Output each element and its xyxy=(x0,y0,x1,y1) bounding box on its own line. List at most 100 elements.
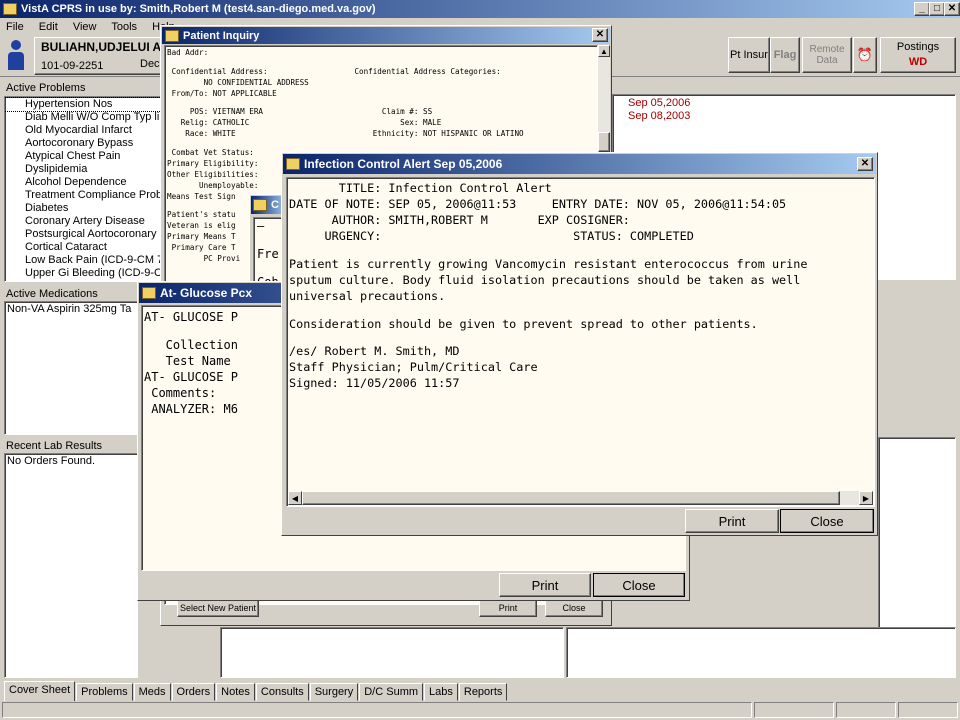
problems-list[interactable]: Hypertension Nos Diab Melli W/O Comp Typ … xyxy=(4,96,164,282)
tab-surgery[interactable]: Surgery xyxy=(309,683,359,701)
problem-item[interactable]: Postsurgical Aortocoronary xyxy=(5,228,163,241)
remote-data-button[interactable]: Remote Data xyxy=(802,37,852,73)
text-line: DATE OF NOTE: SEP 05, 2006@11:53 ENTRY D… xyxy=(289,197,787,211)
infection-alert-close-button[interactable]: Close xyxy=(780,509,874,533)
window-icon xyxy=(253,199,267,211)
tab-labs[interactable]: Labs xyxy=(424,683,458,701)
date-item: Sep 05,2006 xyxy=(628,97,691,109)
text-line: sputum culture. Body fluid isolation pre… xyxy=(289,272,801,287)
scroll-thumb[interactable] xyxy=(302,491,840,505)
text-line: AUTHOR: SMITH,ROBERT M EXP COSIGNER: xyxy=(289,213,630,227)
tab-reports[interactable]: Reports xyxy=(458,683,508,701)
infection-alert-text[interactable]: TITLE: Infection Control Alert DATE OF NO… xyxy=(286,177,875,507)
flag-button[interactable]: Flag xyxy=(770,37,800,73)
text-line xyxy=(167,58,595,66)
text-line: Race: WHITE Ethnicity: NOT HISPANIC OR L… xyxy=(167,129,524,139)
list-item[interactable]: Non-VA Aspirin 325mg Ta xyxy=(7,303,139,315)
app-icon xyxy=(3,3,17,15)
text-line: From/To: NOT APPLICABLE xyxy=(167,88,277,98)
text-line: Relig: CATHOLIC Sex: MALE xyxy=(167,118,442,128)
select-new-patient-button[interactable]: Select New Patient xyxy=(177,599,259,617)
problem-item[interactable]: Upper Gi Bleeding (ICD-9-C xyxy=(5,267,163,280)
postings-button[interactable]: Postings WD xyxy=(880,37,956,73)
postings-label: Postings xyxy=(896,41,940,53)
text-line: TITLE: Infection Control Alert xyxy=(289,181,552,195)
problem-item[interactable]: Atypical Chest Pain xyxy=(5,150,163,163)
right-mid-panel xyxy=(878,282,956,437)
text-line: /es/ Robert M. Smith, MD xyxy=(289,344,460,359)
labs-label: Recent Lab Results xyxy=(6,440,102,452)
scroll-thumb[interactable] xyxy=(598,132,610,152)
scroll-right-arrow[interactable]: ▶ xyxy=(859,491,873,505)
tab-meds[interactable]: Meds xyxy=(133,683,171,701)
problem-item[interactable]: Treatment Compliance Prob xyxy=(5,189,163,202)
infection-alert-window: Infection Control Alert Sep 05,2006 ✕ TI… xyxy=(281,152,878,536)
infection-alert-print-button[interactable]: Print xyxy=(685,509,779,533)
infection-alert-title: Infection Control Alert Sep 05,2006 xyxy=(304,157,503,171)
patient-inquiry-print-button[interactable]: Print xyxy=(479,599,537,617)
menu-view[interactable]: View xyxy=(73,21,97,33)
status-bar xyxy=(0,701,960,720)
postings-code: WD xyxy=(908,56,928,68)
alarm-clock-button[interactable]: ⏰ xyxy=(853,37,877,73)
maximize-button[interactable]: □ xyxy=(929,2,945,16)
tab-orders[interactable]: Orders xyxy=(171,683,216,701)
window-icon xyxy=(142,287,156,299)
menu-tools[interactable]: Tools xyxy=(111,21,137,33)
glucose-close-button[interactable]: Close xyxy=(593,573,685,597)
text-line: Consideration should be given to prevent… xyxy=(289,316,758,331)
problem-item[interactable]: Hypertension Nos xyxy=(5,97,163,112)
problem-item[interactable]: Diabetes xyxy=(5,202,163,215)
patient-dob-fragment: Dec xyxy=(140,58,160,70)
text-line: Staff Physician; Pulm/Critical Care xyxy=(289,360,538,375)
text-line: NO CONFIDENTIAL ADDRESS xyxy=(167,77,309,87)
horizontal-scrollbar[interactable]: ◀ ▶ xyxy=(288,491,873,505)
menu-file[interactable]: File xyxy=(6,21,24,33)
problem-item[interactable]: Coronary Artery Disease xyxy=(5,215,163,228)
patient-inquiry-title: Patient Inquiry xyxy=(183,29,260,42)
problem-item[interactable]: Dyslipidemia xyxy=(5,163,163,176)
tab-problems[interactable]: Problems xyxy=(76,683,133,701)
problem-item[interactable]: Cortical Cataract xyxy=(5,241,163,254)
problem-item[interactable]: Old Myocardial Infarct xyxy=(5,124,163,137)
close-window-button[interactable]: ✕ xyxy=(944,2,960,16)
problem-item[interactable]: Diab Melli W/O Comp Typ li xyxy=(5,111,163,124)
text-line: Bad Addr: xyxy=(167,48,209,57)
patient-inquiry-close-button[interactable]: Close xyxy=(545,599,603,617)
infection-alert-close-icon[interactable]: ✕ xyxy=(857,157,873,171)
status-pane xyxy=(898,702,958,718)
text-line: universal precautions. xyxy=(289,288,446,303)
app-title: VistA CPRS in use by: Smith,Robert M (te… xyxy=(21,3,376,15)
tab-cover-sheet[interactable]: Cover Sheet xyxy=(4,681,76,701)
patient-inquiry-close-icon[interactable]: ✕ xyxy=(592,28,608,42)
date-item: Sep 08,2003 xyxy=(628,110,691,122)
text-line xyxy=(289,244,872,256)
scroll-left-arrow[interactable]: ◀ xyxy=(288,491,302,505)
problem-item[interactable]: Low Back Pain (ICD-9-CM 72 xyxy=(5,254,163,267)
patient-inquiry-title-bar: Patient Inquiry xyxy=(162,27,610,44)
text-line: Confidential Address: Confidential Addre… xyxy=(167,66,501,76)
status-pane xyxy=(2,702,752,718)
scroll-up-arrow[interactable]: ▲ xyxy=(598,45,610,57)
medications-label: Active Medications xyxy=(6,288,98,300)
glucose-print-button[interactable]: Print xyxy=(499,573,591,597)
pt-insur-button[interactable]: Pt Insur xyxy=(728,37,770,73)
text-line: POS: VIETNAM ERA Claim #: SS xyxy=(167,107,433,117)
text-line: Patient is currently growing Vancomycin … xyxy=(289,256,808,271)
problem-item[interactable]: Alcohol Dependence xyxy=(5,176,163,189)
tab-d-c-summ[interactable]: D/C Summ xyxy=(359,683,424,701)
menu-edit[interactable]: Edit xyxy=(39,21,58,33)
problem-item[interactable]: Aortocoronary Bypass xyxy=(5,137,163,150)
patient-person-icon[interactable] xyxy=(6,40,26,72)
tab-notes[interactable]: Notes xyxy=(216,683,255,701)
medications-list[interactable]: Non-VA Aspirin 325mg Ta xyxy=(4,301,142,435)
bottom-left-panel xyxy=(220,627,564,678)
infection-alert-title-bar: Infection Control Alert Sep 05,2006 xyxy=(283,154,876,174)
status-pane xyxy=(836,702,896,718)
status-pane xyxy=(754,702,834,718)
labs-list[interactable]: No Orders Found. xyxy=(4,453,138,678)
tab-strip: Cover Sheet Problems Meds Orders Notes Consul… xyxy=(4,681,956,701)
minimize-button[interactable]: _ xyxy=(914,2,930,16)
tab-consults[interactable]: Consults xyxy=(255,683,309,701)
list-item[interactable]: No Orders Found. xyxy=(7,455,135,467)
